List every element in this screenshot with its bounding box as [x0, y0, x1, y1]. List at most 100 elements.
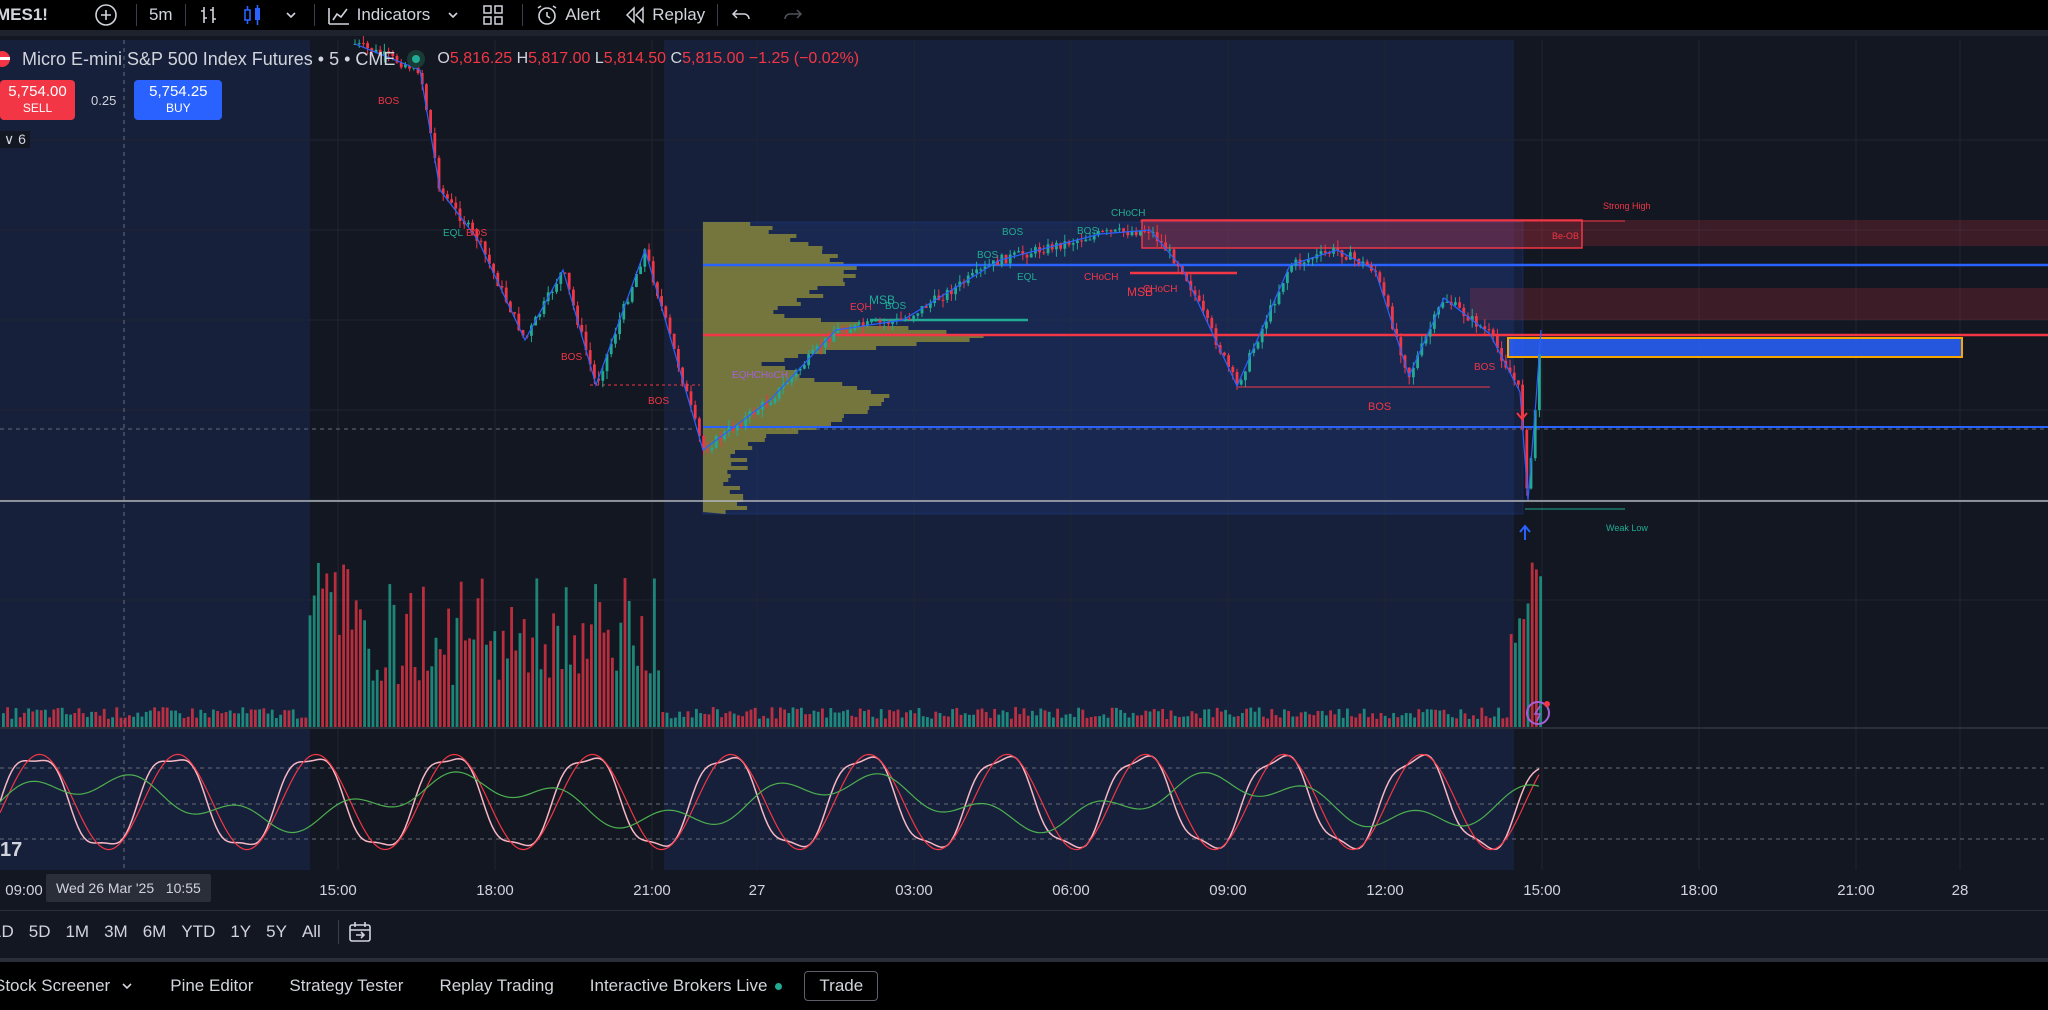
price-chart[interactable]: BOS EQL BOS BOS BOS EQH BOS MSB EQHCHoCH…: [0, 36, 2048, 906]
annotation-choch: CHoCH: [1143, 284, 1177, 295]
candle-body: [479, 240, 483, 242]
volume-bar: [732, 713, 736, 727]
undo-button[interactable]: [718, 0, 770, 30]
volume-bar: [485, 644, 488, 727]
redo-button[interactable]: [770, 0, 822, 30]
calendar-range-icon[interactable]: [347, 920, 373, 944]
volume-bar: [1535, 569, 1538, 727]
replay-button[interactable]: Replay: [612, 0, 717, 30]
tab-stock-screener[interactable]: Stock Screener: [0, 976, 152, 996]
candle-body: [601, 371, 605, 381]
candle-body: [693, 404, 697, 419]
range-5y[interactable]: 5Y: [260, 922, 296, 942]
chart-type-dropdown[interactable]: [274, 0, 314, 30]
symbol-title[interactable]: Micro E-mini S&P 500 Index Futures • 5 •…: [22, 49, 395, 70]
range-1m[interactable]: 1M: [59, 922, 98, 942]
rewind-icon: [626, 6, 645, 24]
volume-bar: [312, 595, 316, 727]
time-tick: 18:00: [476, 882, 514, 899]
volume-bar: [1249, 707, 1253, 727]
range-ytd[interactable]: YTD: [175, 922, 224, 942]
volume-bar: [1169, 710, 1173, 727]
candle-body: [870, 321, 873, 323]
volume-bar: [779, 707, 782, 727]
interval-button[interactable]: 5m: [137, 0, 185, 30]
volume-bar: [871, 716, 875, 727]
volume-bar: [1039, 708, 1043, 727]
volume-bar: [6, 707, 9, 727]
volume-bar: [1068, 713, 1072, 727]
volume-bar: [1480, 707, 1484, 727]
open-value: 5,816.25: [449, 50, 513, 67]
volume-bar: [451, 684, 455, 727]
volume-bar: [1497, 707, 1500, 727]
tab-interactive-brokers-live[interactable]: Interactive Brokers Live: [572, 976, 801, 996]
volume-bar: [1514, 642, 1517, 727]
range-3m[interactable]: 3M: [98, 922, 137, 942]
bar-style-button[interactable]: [186, 0, 238, 30]
annotation-bos: BOS: [1368, 401, 1391, 413]
volume-bar: [186, 716, 190, 727]
tab-strategy-tester[interactable]: Strategy Tester: [271, 976, 421, 996]
chevron-down-icon: [122, 983, 132, 990]
volume-bar: [1539, 576, 1542, 727]
annotation-bos: BOS: [378, 96, 399, 107]
candle-body: [1206, 310, 1209, 318]
volume-bar: [699, 713, 702, 727]
volume-bar: [1346, 708, 1349, 727]
tab-label: Strategy Tester: [289, 976, 404, 995]
volume-bar: [728, 711, 732, 727]
volume-bar: [854, 717, 858, 727]
range-6m[interactable]: 6M: [137, 922, 176, 942]
time-tick: 09:00: [5, 882, 43, 899]
volume-bar: [119, 717, 123, 727]
volume-bar: [1186, 716, 1190, 727]
volume-bar: [52, 709, 56, 727]
candle-body: [832, 333, 836, 342]
candle-body: [1231, 366, 1235, 373]
tab-pine-editor[interactable]: Pine Editor: [152, 976, 271, 996]
alert-button[interactable]: Alert: [523, 0, 612, 30]
layouts-button[interactable]: [470, 0, 522, 30]
symbol-label: MES1!: [0, 5, 48, 24]
buy-button[interactable]: 5,754.25 BUY: [134, 80, 223, 120]
volume-bar: [69, 714, 72, 727]
flag-icon: [0, 51, 10, 67]
indicators-toggle[interactable]: ∨ 6: [0, 131, 30, 148]
volume-bar: [900, 717, 904, 727]
range-5d[interactable]: 5D: [23, 922, 60, 942]
time-tick: 15:00: [319, 882, 357, 899]
volume-bar: [716, 709, 719, 727]
volume-bar: [1488, 717, 1492, 727]
volume-bar: [380, 680, 383, 727]
indicators-button[interactable]: Indicators: [315, 0, 443, 30]
symbol-search[interactable]: MES1!: [0, 0, 60, 30]
tab-replay-trading[interactable]: Replay Trading: [421, 976, 571, 996]
candles-style-button[interactable]: [238, 0, 274, 30]
range-1d[interactable]: 1D: [0, 922, 23, 942]
candle-body: [1256, 342, 1260, 349]
volume-bar: [18, 717, 22, 727]
volume-bar: [884, 718, 887, 727]
trade-button[interactable]: Trade: [804, 971, 879, 1001]
volume-bar: [791, 707, 795, 727]
volume-bar: [417, 680, 421, 727]
sell-button[interactable]: 5,754.00 SELL: [0, 80, 75, 120]
candle-body: [1109, 230, 1113, 232]
volume-bar: [1026, 715, 1030, 727]
candle-body: [1076, 240, 1079, 244]
volume-bar: [77, 708, 81, 727]
volume-bar: [770, 707, 774, 727]
volume-bar: [632, 645, 635, 727]
range-all[interactable]: All: [296, 922, 330, 942]
volume-bar: [1291, 716, 1295, 727]
compare-symbol-button[interactable]: [82, 0, 136, 30]
range-1y[interactable]: 1Y: [224, 922, 260, 942]
volume-bar: [1253, 711, 1257, 727]
indicators-dropdown[interactable]: [442, 0, 470, 30]
candle-body: [1101, 230, 1104, 232]
time-axis[interactable]: 09:00 15:00 18:00 21:00 27 03:00 06:00 0…: [0, 872, 2048, 908]
candle-body: [1491, 329, 1495, 336]
volume-bar: [1354, 717, 1358, 727]
volume-bar: [1371, 713, 1374, 727]
